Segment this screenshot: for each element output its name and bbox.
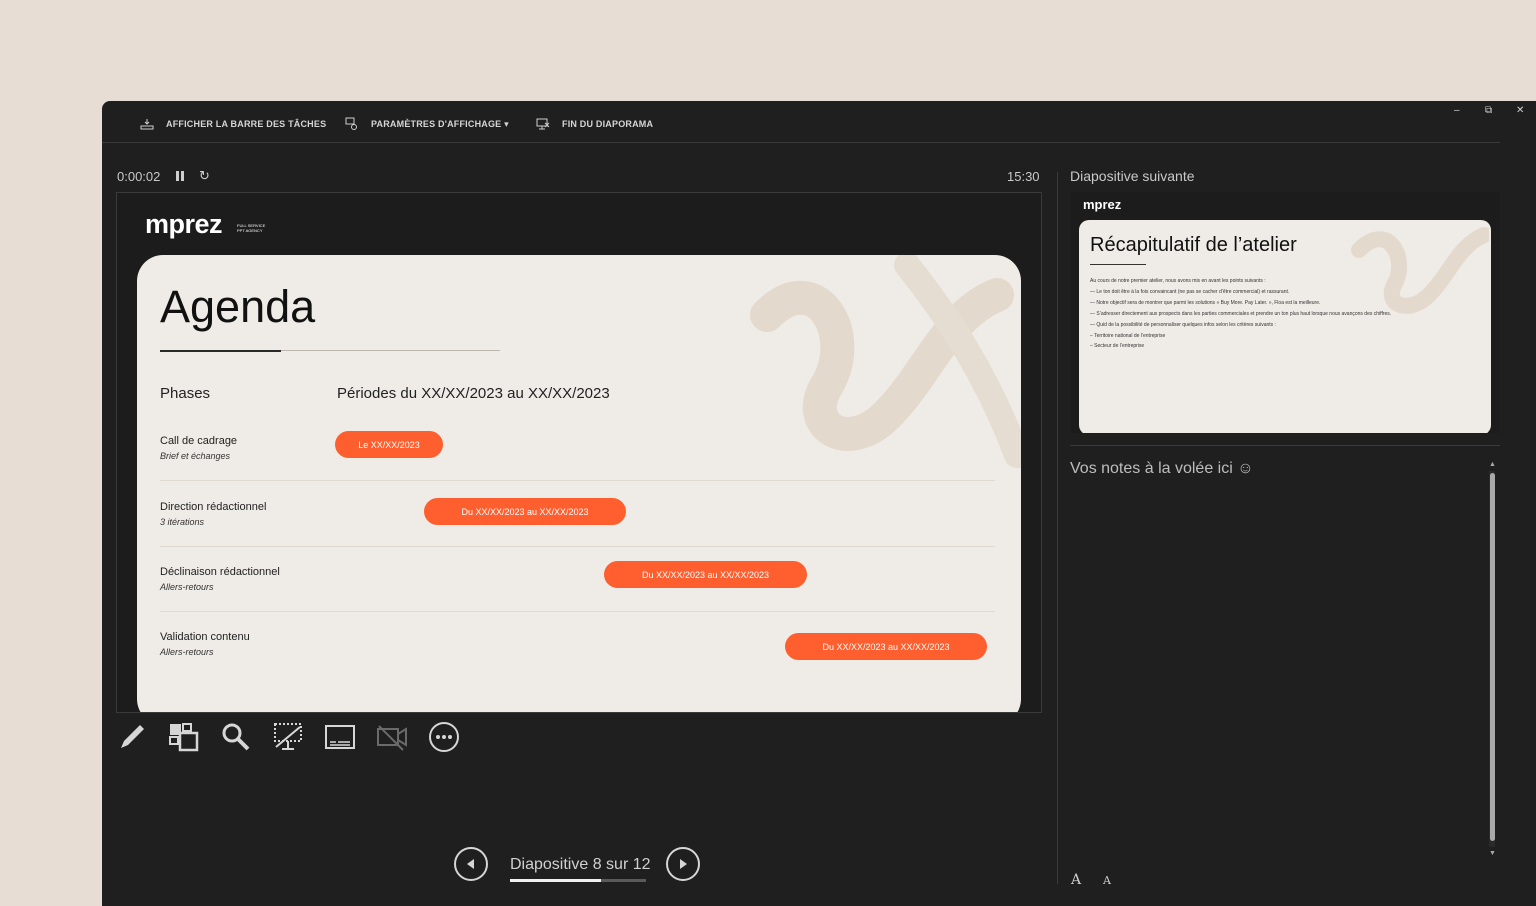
panel-divider[interactable] (1057, 172, 1058, 884)
display-settings-button[interactable]: PARAMÈTRES D'AFFICHAGE ▾ (345, 117, 509, 131)
elapsed-timer: 0:00:02 (117, 169, 161, 184)
phases-header: Phases (160, 385, 211, 402)
slide-progress-fill (510, 879, 601, 882)
next-slide-logo: mprez (1083, 197, 1122, 212)
title-underline-accent (160, 350, 281, 352)
next-slide-line: — S’adresser directement aux prospects d… (1090, 311, 1392, 317)
slide-logo-tagline: FULL SERVICE PPT AGENCY (237, 223, 266, 233)
next-title-underline (1090, 264, 1146, 265)
slide-counter[interactable]: Diapositive 8 sur 12 (510, 856, 651, 874)
current-slide[interactable]: mprez FULL SERVICE PPT AGENCY Agenda Pha… (116, 192, 1042, 713)
slide-title: Agenda (160, 281, 316, 332)
minimize-button[interactable]: – (1454, 105, 1460, 116)
black-screen-button[interactable] (272, 721, 304, 753)
row-subtitle: Brief et échanges (160, 451, 231, 461)
end-slideshow-icon (536, 118, 550, 130)
close-button[interactable]: ✕ (1516, 105, 1524, 116)
row-title: Validation contenu (160, 631, 250, 643)
display-settings-icon (345, 117, 357, 130)
pen-icon (121, 725, 144, 748)
row-subtitle: 3 itérations (160, 517, 205, 527)
row-title: Direction rédactionnel (160, 501, 267, 513)
row-separator (160, 611, 995, 612)
next-slide-line: – Territoire national de l’entreprise (1090, 333, 1166, 339)
triangle-right-icon (680, 859, 687, 869)
camera-toggle-button[interactable] (376, 721, 408, 753)
restore-button[interactable]: ⧉ (1485, 105, 1492, 116)
presenter-toolbar: AFFICHER LA BARRE DES TÂCHES PARAMÈTRES … (102, 101, 1524, 143)
slide-content-card: Agenda Phases Périodes du XX/XX/2023 au … (137, 255, 1021, 712)
timeline-pill: Le XX/XX/2023 (335, 431, 443, 458)
screen-off-icon (274, 723, 302, 750)
decorative-swirl (750, 255, 1021, 468)
next-slide-line: Au cours de notre premier atelier, nous … (1090, 278, 1266, 284)
slide-logo: mprez (145, 209, 223, 239)
periods-header: Périodes du XX/XX/2023 au XX/XX/2023 (337, 385, 610, 402)
slide-progress-bar (510, 879, 646, 882)
triangle-left-icon (467, 859, 474, 869)
next-slide-line: — Le ton doit être à la fois convaincant… (1090, 289, 1290, 295)
next-slide-button[interactable] (666, 847, 700, 881)
end-slideshow-button[interactable]: FIN DU DIAPORAMA (536, 117, 653, 131)
previous-slide-button[interactable] (454, 847, 488, 881)
scroll-down-arrow[interactable]: ▼ (1489, 850, 1496, 857)
reset-timer-icon[interactable]: ↻ (199, 168, 210, 184)
pen-tool-button[interactable] (116, 721, 148, 753)
show-taskbar-button[interactable]: AFFICHER LA BARRE DES TÂCHES (140, 117, 326, 131)
zoom-button[interactable] (220, 721, 252, 753)
see-all-slides-button[interactable] (168, 721, 200, 753)
current-time: 15:30 (1007, 169, 1040, 184)
subtitles-icon (325, 725, 355, 749)
row-title: Déclinaison rédactionnel (160, 566, 280, 578)
next-slide-card: Récapitulatif de l’atelier Au cours de n… (1079, 220, 1491, 433)
scroll-up-arrow[interactable]: ▲ (1489, 461, 1496, 468)
more-options-button[interactable] (428, 721, 460, 753)
next-slide-preview[interactable]: mprez Récapitulatif de l’atelier Au cour… (1071, 192, 1500, 433)
timeline-pill: Du XX/XX/2023 au XX/XX/2023 (604, 561, 807, 588)
row-separator (160, 480, 995, 481)
pause-icon[interactable] (176, 171, 185, 181)
row-subtitle: Allers-retours (160, 582, 214, 592)
taskbar-icon (140, 119, 154, 130)
row-subtitle: Allers-retours (160, 647, 214, 657)
speaker-notes[interactable]: Vos notes à la volée ici ☺ (1070, 460, 1254, 478)
notes-scroll-thumb[interactable] (1490, 473, 1495, 841)
timeline-pill: Du XX/XX/2023 au XX/XX/2023 (785, 633, 987, 660)
next-slide-title: Récapitulatif de l’atelier (1090, 234, 1297, 256)
decrease-font-button[interactable]: A (1103, 874, 1111, 887)
slide-grid-icon (169, 723, 199, 752)
end-slideshow-label: FIN DU DIAPORAMA (562, 119, 654, 129)
next-slide-line: – Secteur de l’entreprise (1090, 343, 1145, 349)
subtitles-button[interactable] (324, 721, 356, 753)
magnifier-icon (222, 723, 250, 751)
increase-font-button[interactable]: A (1071, 872, 1081, 888)
next-slide-line: — Notre objectif sera de montrer que par… (1090, 300, 1321, 306)
row-title: Call de cadrage (160, 435, 238, 447)
next-slide-line: — Quid de la possibilité de personnalise… (1090, 322, 1276, 328)
more-icon (429, 722, 459, 752)
toolbar-divider (102, 142, 1500, 143)
presenter-window: AFFICHER LA BARRE DES TÂCHES PARAMÈTRES … (102, 101, 1536, 906)
camera-off-icon (377, 725, 407, 751)
show-taskbar-label: AFFICHER LA BARRE DES TÂCHES (166, 119, 327, 129)
display-settings-label: PARAMÈTRES D'AFFICHAGE ▾ (371, 118, 509, 129)
row-separator (160, 546, 995, 547)
timeline-pill: Du XX/XX/2023 au XX/XX/2023 (424, 498, 626, 525)
next-slide-label: Diapositive suivante (1070, 168, 1195, 184)
notes-divider (1070, 445, 1500, 446)
